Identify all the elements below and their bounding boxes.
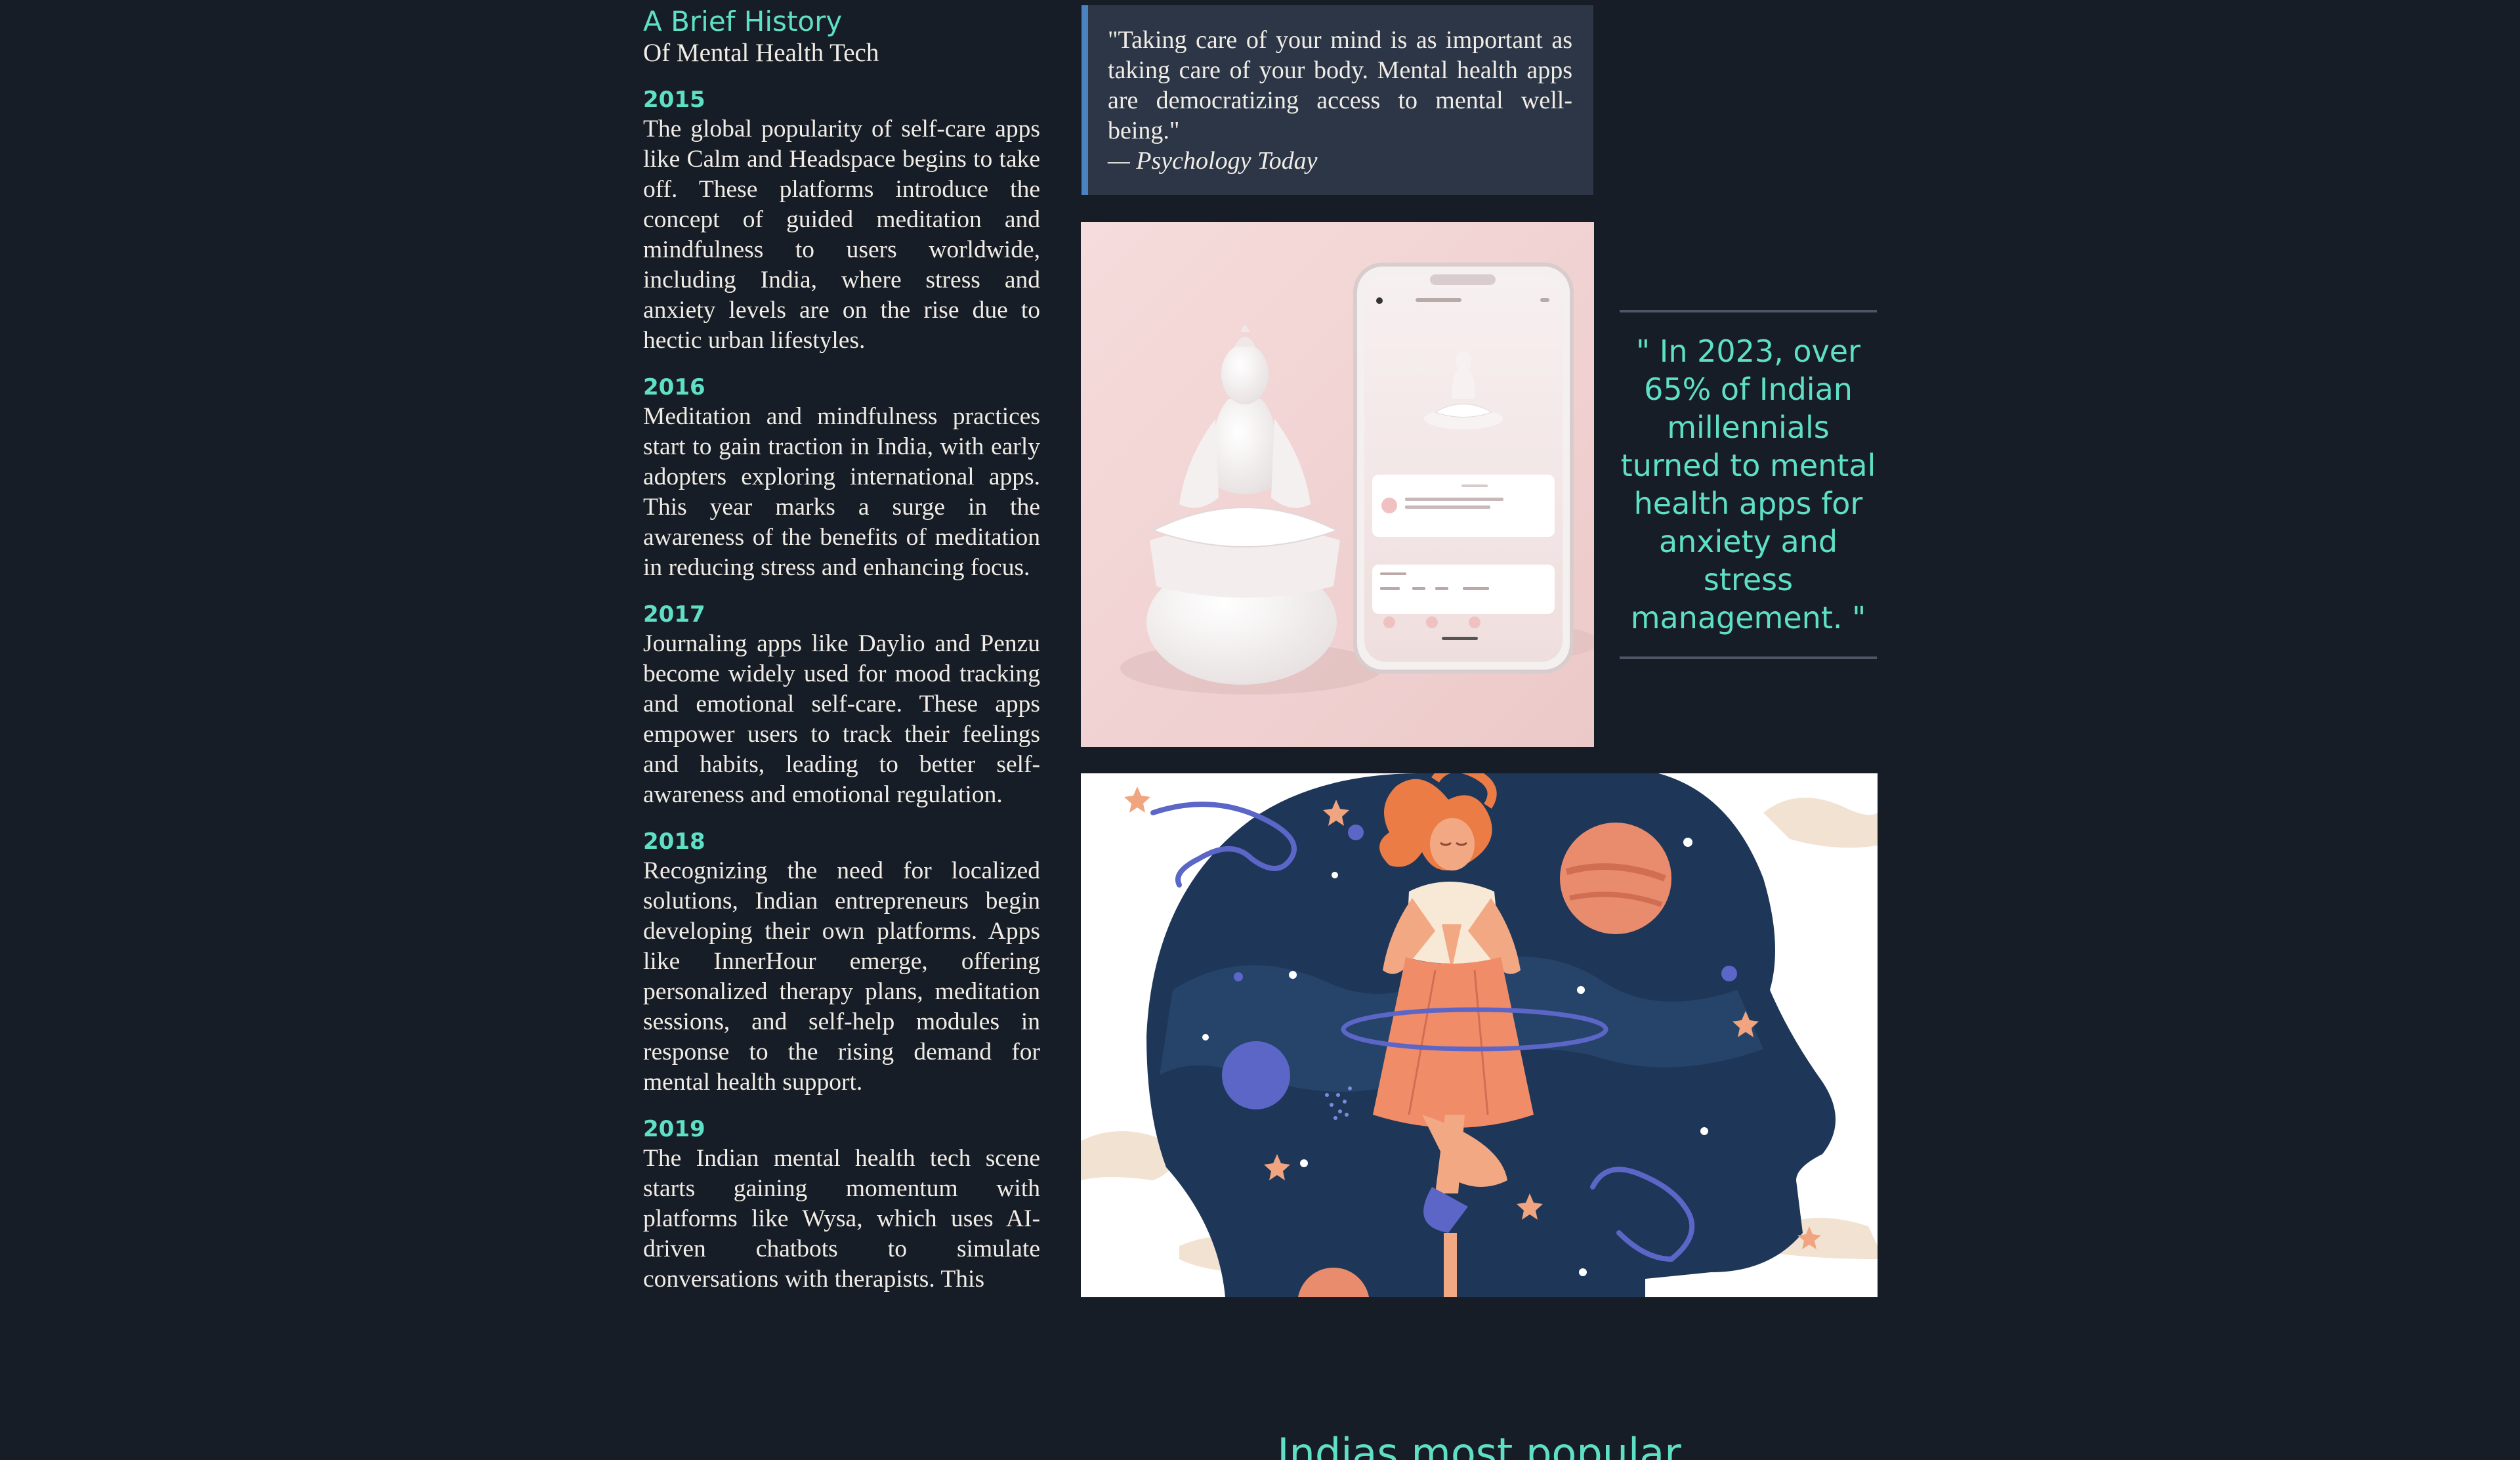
timeline-year: 2018: [643, 828, 705, 855]
quote-card: "Taking care of your mind is as importan…: [1082, 5, 1593, 195]
timeline-text: Recognizing the need for localized solut…: [643, 857, 1040, 1096]
timeline-year: 2015: [643, 87, 705, 113]
timeline-text: The global popularity of self-care apps …: [643, 116, 1040, 354]
timeline-entry-2019: 2019 The Indian mental health tech scene…: [643, 1115, 1040, 1295]
timeline-year: 2016: [643, 374, 705, 400]
stat-text: " In 2023, over 65% of Indian millennial…: [1620, 333, 1876, 635]
timeline-entry-2016: 2016 Meditation and mindfulness practice…: [643, 373, 1040, 583]
timeline-year: 2019: [643, 1116, 705, 1142]
quote-source: — Psychology Today: [1108, 147, 1318, 175]
article-page: A Brief History Of Mental Health Tech 20…: [0, 0, 2520, 1460]
mind-space-illustration: [1081, 773, 1878, 1297]
popular-apps-heading: Indias most popular: [1277, 1429, 1681, 1460]
timeline-text: Meditation and mindfulness practices sta…: [643, 403, 1040, 581]
history-subtitle: Of Mental Health Tech: [643, 39, 879, 67]
timeline-year: 2017: [643, 601, 705, 628]
timeline-text: Journaling apps like Daylio and Penzu be…: [643, 630, 1040, 808]
meditation-app-image: [1081, 222, 1594, 747]
stat-callout: " In 2023, over 65% of Indian millennial…: [1620, 310, 1877, 659]
quote-text: "Taking care of your mind is as importan…: [1108, 26, 1572, 144]
timeline-entry-2017: 2017 Journaling apps like Daylio and Pen…: [643, 600, 1040, 810]
timeline-entry-2015: 2015 The global popularity of self-care …: [643, 85, 1040, 356]
timeline-entry-2018: 2018 Recognizing the need for localized …: [643, 827, 1040, 1098]
history-title: A Brief History: [643, 5, 843, 37]
history-section: A Brief History Of Mental Health Tech 20…: [643, 5, 1040, 1312]
timeline-text: The Indian mental health tech scene star…: [643, 1145, 1040, 1293]
